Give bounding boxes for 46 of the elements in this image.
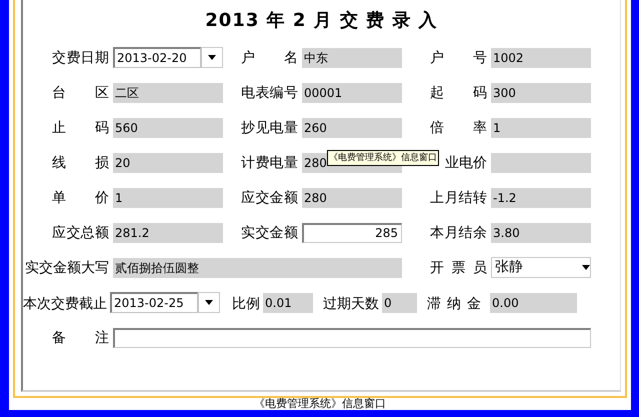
readonly-field: 3.80 <box>491 222 591 242</box>
readonly-field: 贰佰捌拾伍圆整 <box>113 258 402 278</box>
readonly-field: -1.2 <box>491 188 591 208</box>
readonly-field: 0.01 <box>263 292 313 312</box>
field-label: 线损 <box>52 154 109 172</box>
field-label: 交费日期 <box>52 48 109 66</box>
readonly-field: 1 <box>113 188 223 208</box>
field-label: 应交金额 <box>241 188 298 206</box>
readonly-field: 1 <box>491 118 591 138</box>
readonly-field: 二区 <box>113 82 223 102</box>
readonly-field: 中东 <box>302 48 402 68</box>
readonly-field: 00001 <box>302 82 402 102</box>
field-label: 起码 <box>430 84 487 102</box>
field-label: 比例 <box>232 296 260 312</box>
field-label: 抄见电量 <box>241 118 298 136</box>
field-label: 上月结转 <box>430 188 487 206</box>
field-label: 户号 <box>430 48 487 66</box>
field-label: 实交金额大写 <box>25 258 109 276</box>
field-label: 止码 <box>52 118 109 136</box>
field-label: 应交总额 <box>52 224 109 242</box>
readonly-field: 280 <box>302 188 402 208</box>
readonly-field: 260 <box>302 118 402 138</box>
readonly-field: 300 <box>491 82 591 102</box>
field-label: 备注 <box>52 328 109 346</box>
field-label: 本月结余 <box>430 224 487 242</box>
field-label: 倍率 <box>430 118 487 136</box>
readonly-field: 0 <box>382 292 417 312</box>
field-label: 过期天数 <box>323 296 379 312</box>
readonly-field: 1002 <box>491 48 591 68</box>
readonly-field: 281.2 <box>113 222 223 242</box>
field-label: 电表编号 <box>241 84 298 102</box>
status-text: 《电费管理系统》信息窗口 <box>253 398 387 410</box>
form-title: 2013 年 2 月 交 费 录 入 <box>204 9 439 32</box>
readonly-field: 20 <box>113 152 223 172</box>
field-label: 业电价 <box>445 154 487 172</box>
field-label: 户名 <box>241 48 298 66</box>
field-label: 单价 <box>52 188 109 206</box>
field-label: 计费电量 <box>241 154 298 172</box>
readonly-field: 0.00 <box>490 292 577 312</box>
field-label: 滞纳金 <box>427 296 487 312</box>
field-label: 本次交费截止 <box>23 296 107 312</box>
field-label: 开票员 <box>430 258 487 276</box>
tooltip: 《电费管理系统》信息窗口 <box>327 150 439 166</box>
field-label: 台区 <box>52 84 109 102</box>
readonly-field: 560 <box>113 118 223 138</box>
field-label: 实交金额 <box>241 224 298 242</box>
